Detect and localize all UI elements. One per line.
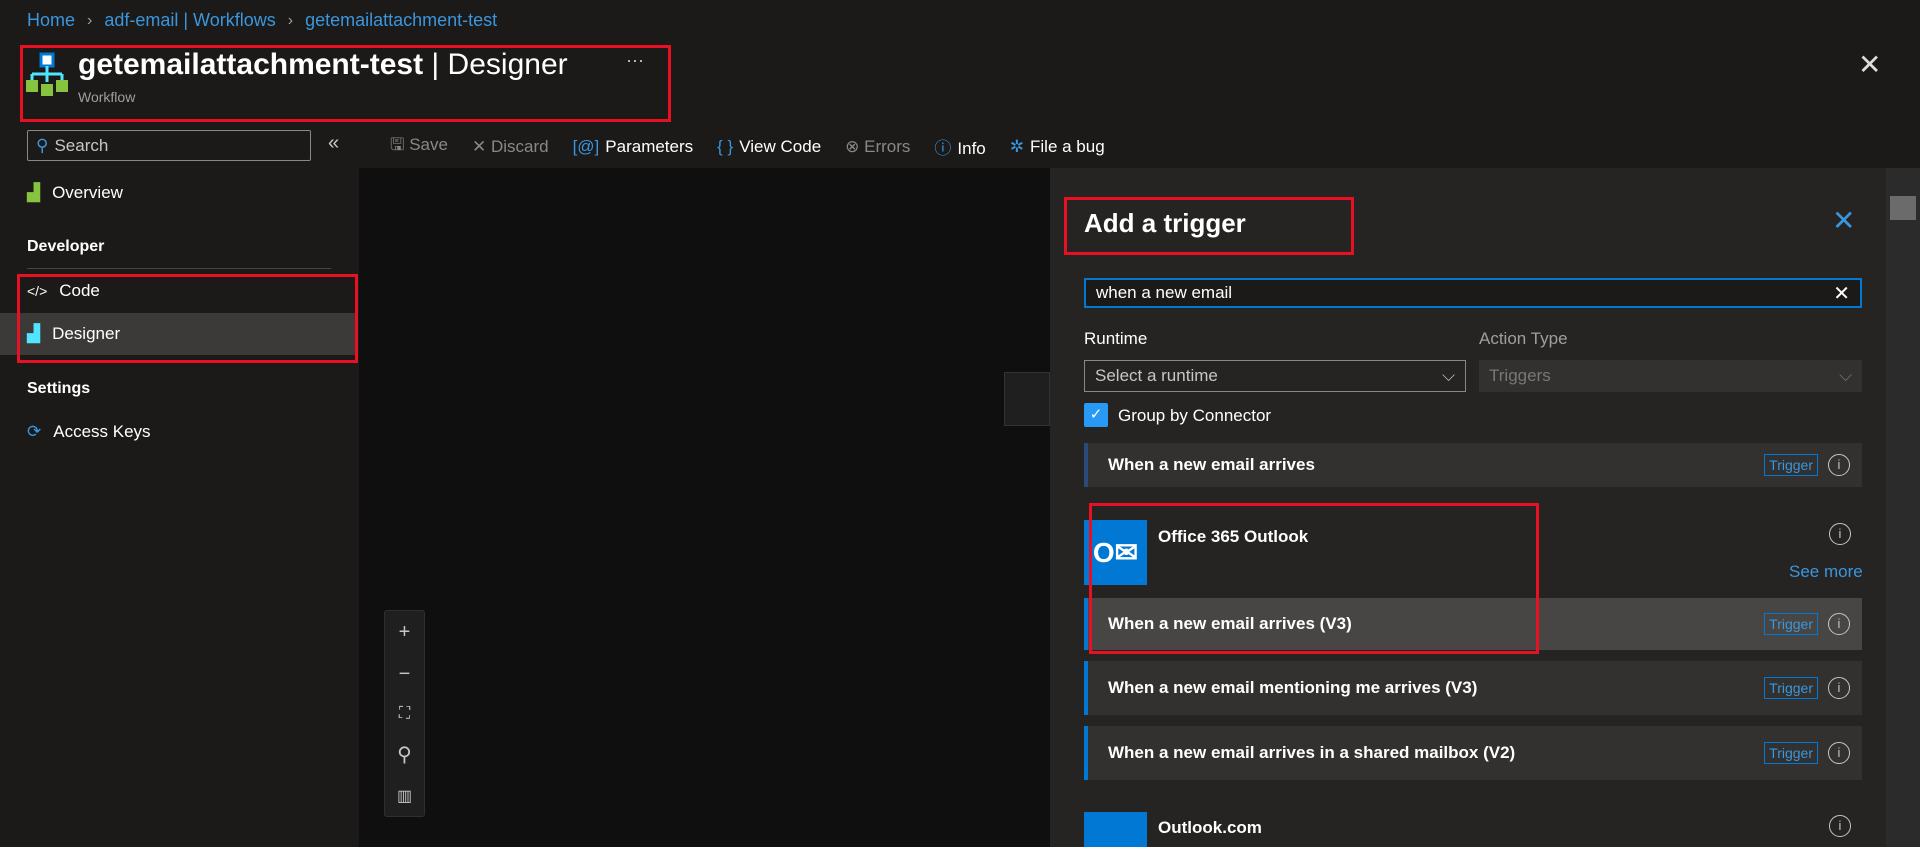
info-button[interactable]: ⓘ Info [934,134,985,159]
connector-name: Outlook.com [1158,818,1262,837]
info-icon[interactable]: i [1829,523,1851,545]
connector-name: Office 365 Outlook [1158,527,1309,546]
sidebar-item-code[interactable]: </> Code [0,271,358,311]
group-by-label: Group by Connector [1118,406,1272,425]
scrollbar[interactable] [1886,168,1920,847]
label: Overview [52,183,123,202]
info-icon[interactable]: i [1828,454,1850,476]
save-icon: 🖫 [390,135,410,154]
refresh-icon: ⟳ [27,422,42,441]
error-icon: ⊗ [845,136,865,156]
trigger-badge: Trigger [1764,742,1818,764]
zoom-in-icon[interactable]: + [399,621,411,644]
close-blade-button[interactable]: ✕ [1858,48,1881,81]
workflow-icon: ▟ [27,324,41,343]
trigger-badge: Trigger [1764,454,1818,476]
workflow-icon [26,52,68,96]
breadcrumb: Home › adf-email | Workflows › getemailatt… [27,10,497,31]
sidebar-search[interactable]: ⚲ Search [27,130,311,161]
clear-icon[interactable]: ✕ [1833,281,1850,306]
breadcrumb-home[interactable]: Home [27,10,75,31]
divider [27,268,331,269]
sidebar-item-overview[interactable]: ▟ Overview [0,173,358,213]
parameters-button[interactable]: [@] Parameters [573,137,694,157]
trigger-badge: Trigger [1764,677,1818,699]
bug-icon: ✲ [1009,136,1025,156]
chevron-right-icon: › [87,11,93,29]
action-type-label: Action Type [1479,329,1568,348]
file-bug-button[interactable]: ✲ File a bug [1010,137,1105,157]
discard-icon: ✕ [471,136,491,156]
label: Code [59,281,100,300]
info-icon: ⓘ [934,139,952,158]
see-more-link[interactable]: See more [1789,562,1863,582]
sidebar-item-access-keys[interactable]: ⟳ Access Keys [0,412,358,452]
trigger-badge: Trigger [1764,613,1818,635]
search-value: when a new email [1096,283,1233,302]
minimap-icon[interactable]: ▥ [397,786,412,806]
search-icon: ⚲ [36,135,49,155]
collapse-sidebar-button[interactable]: « [328,132,339,155]
label: Access Keys [53,422,151,441]
section-developer: Developer [27,238,105,255]
action-type-select[interactable]: Triggers ⌵ [1479,360,1862,392]
info-icon[interactable]: i [1828,677,1850,699]
zoom-out-icon[interactable]: − [399,663,411,686]
chevron-right-icon: › [287,11,294,29]
page-title: getemailattachment-test | Designer [78,48,568,81]
runtime-select[interactable]: Select a runtime ⌵ [1084,360,1466,392]
label: Designer [52,324,121,343]
info-icon[interactable]: i [1829,815,1851,837]
chevron-down-icon: ⌵ [1442,366,1455,385]
workflow-icon: ▟ [27,183,41,202]
trigger-item[interactable]: When a new email arrives Trigger i [1084,443,1862,487]
outlook-icon: O✉ [1084,520,1147,585]
trigger-item[interactable]: When a new email arrives (V3) Trigger i [1084,598,1862,650]
more-options-button[interactable]: ··· [626,50,644,71]
panel-title: Add a trigger [1084,208,1246,238]
designer-canvas[interactable] [359,168,1050,847]
search-icon[interactable]: ⚲ [397,742,412,767]
save-button[interactable]: 🖫 Save [390,132,448,161]
view-code-button[interactable]: { } View Code [717,137,821,157]
sidebar-item-designer[interactable]: ▟ Designer [0,313,358,355]
discard-button[interactable]: ✕ Discard [472,137,549,157]
search-placeholder: Search [54,135,109,155]
section-settings: Settings [27,380,91,397]
trigger-search-input[interactable]: when a new email ✕ [1084,278,1862,308]
trigger-placeholder-node[interactable] [1004,372,1050,426]
close-panel-button[interactable]: ✕ [1832,204,1855,237]
info-icon[interactable]: i [1828,613,1850,635]
page-subtitle: Workflow [78,89,136,105]
braces-icon: { } [717,136,734,156]
group-by-checkbox[interactable]: ✓ [1084,403,1108,427]
runtime-label: Runtime [1084,329,1148,348]
breadcrumb-workflow[interactable]: getemailattachment-test [305,10,497,31]
chevron-down-icon: ⌵ [1839,366,1852,385]
info-icon[interactable]: i [1828,742,1850,764]
outlook-com-icon [1084,812,1147,847]
toolbar: 🖫 Save ✕ Discard [@] Parameters { } View C… [390,132,1105,161]
trigger-item[interactable]: When a new email arrives in a shared mai… [1084,726,1862,780]
errors-button[interactable]: ⊗ Errors [845,137,910,157]
zoom-controls: + − ⛶ ⚲ ▥ [384,610,425,817]
breadcrumb-workflows[interactable]: adf-email | Workflows [104,10,275,31]
fit-view-icon[interactable]: ⛶ [399,705,410,723]
trigger-item[interactable]: When a new email mentioning me arrives (… [1084,661,1862,715]
code-icon: </> [27,283,48,299]
parameters-icon: [@] [572,136,600,156]
